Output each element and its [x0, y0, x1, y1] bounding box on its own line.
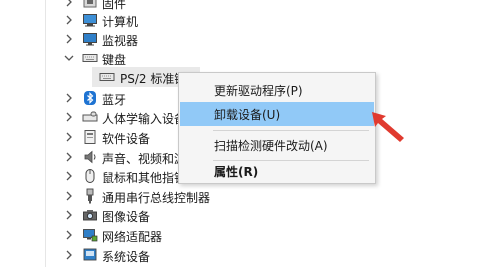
menu-item-label: 扫描检测硬件改动(A)	[214, 138, 328, 153]
menu-item-label: 卸载设备(U)	[214, 107, 281, 122]
menu-item-scan-hardware[interactable]: 扫描检测硬件改动(A)	[180, 133, 374, 157]
system-device-icon	[82, 247, 98, 263]
chevron-right-icon[interactable]	[63, 209, 75, 221]
tree-item-network[interactable]: 网络适配器	[0, 225, 300, 245]
tree-item-monitors[interactable]: 监视器	[0, 29, 300, 49]
monitor-icon	[82, 31, 98, 47]
chevron-right-icon[interactable]	[63, 249, 75, 261]
usb-icon	[82, 188, 98, 204]
tree-item-computer[interactable]: 计算机	[0, 10, 300, 30]
chevron-down-icon[interactable]	[63, 52, 75, 64]
tree-item-label: 人体学输入设备	[102, 112, 180, 126]
tree-item-label: 声音、视频和游戏控制器	[102, 152, 180, 166]
chevron-right-icon[interactable]	[63, 229, 75, 241]
speaker-icon	[82, 149, 98, 165]
menu-item-uninstall-device[interactable]: 卸载设备(U)	[180, 102, 374, 126]
tree-item-sound-video[interactable]: 声音、视频和游戏控制器	[0, 147, 180, 167]
chevron-right-icon[interactable]	[63, 0, 75, 8]
chevron-right-icon[interactable]	[63, 190, 75, 202]
tree-item-hid[interactable]: 人体学输入设备	[0, 107, 180, 127]
camera-icon	[82, 207, 98, 223]
network-icon	[82, 227, 98, 243]
tree-item-label: 鼠标和其他指针设备	[102, 171, 180, 185]
chevron-right-icon[interactable]	[63, 92, 75, 104]
tree-item-label: 系统设备	[102, 250, 151, 264]
tree-item-software-devices[interactable]: 软件设备	[0, 127, 180, 147]
menu-item-properties[interactable]: 属性(R)	[180, 159, 374, 183]
firmware-icon	[82, 0, 98, 10]
hid-icon	[82, 109, 98, 125]
chevron-right-icon[interactable]	[63, 170, 75, 182]
chevron-right-icon[interactable]	[63, 151, 75, 163]
keyboard-icon	[99, 69, 115, 85]
chevron-right-icon[interactable]	[63, 111, 75, 123]
menu-item-label: 属性(R)	[214, 164, 259, 179]
tree-item-label: 通用串行总线控制器	[102, 191, 211, 205]
context-menu: 更新驱动程序(P) 卸载设备(U) 扫描检测硬件改动(A) 属性(R)	[178, 72, 376, 184]
chevron-right-icon[interactable]	[63, 14, 75, 26]
tree-item-label: 键盘	[102, 53, 127, 67]
chevron-right-icon[interactable]	[63, 33, 75, 45]
menu-separator	[213, 130, 369, 131]
tree-item-label: 监视器	[102, 34, 139, 48]
tree-item-label: 网络适配器	[102, 230, 163, 244]
chevron-right-icon[interactable]	[63, 131, 75, 143]
tree-item-label: 计算机	[102, 15, 139, 29]
red-arrow-icon	[372, 112, 404, 142]
bluetooth-icon	[82, 90, 98, 106]
mouse-icon	[82, 168, 98, 184]
tree-item-keyboards[interactable]: 键盘	[0, 48, 300, 68]
tree-item-label: 蓝牙	[102, 93, 127, 107]
keyboard-icon	[82, 50, 98, 66]
menu-item-update-driver[interactable]: 更新驱动程序(P)	[180, 78, 374, 102]
tree-item-label: 软件设备	[102, 132, 151, 146]
tree-item-mice[interactable]: 鼠标和其他指针设备	[0, 166, 180, 186]
tree-item-imaging[interactable]: 图像设备	[0, 205, 300, 225]
menu-item-label: 更新驱动程序(P)	[214, 83, 303, 98]
tree-item-label: 图像设备	[102, 210, 151, 224]
tree-item-system-devices[interactable]: 系统设备	[0, 245, 300, 265]
tree-item-usb[interactable]: 通用串行总线控制器	[0, 186, 300, 206]
software-device-icon	[82, 129, 98, 145]
computer-icon	[82, 12, 98, 28]
tree-item-bluetooth[interactable]: 蓝牙	[0, 88, 180, 108]
